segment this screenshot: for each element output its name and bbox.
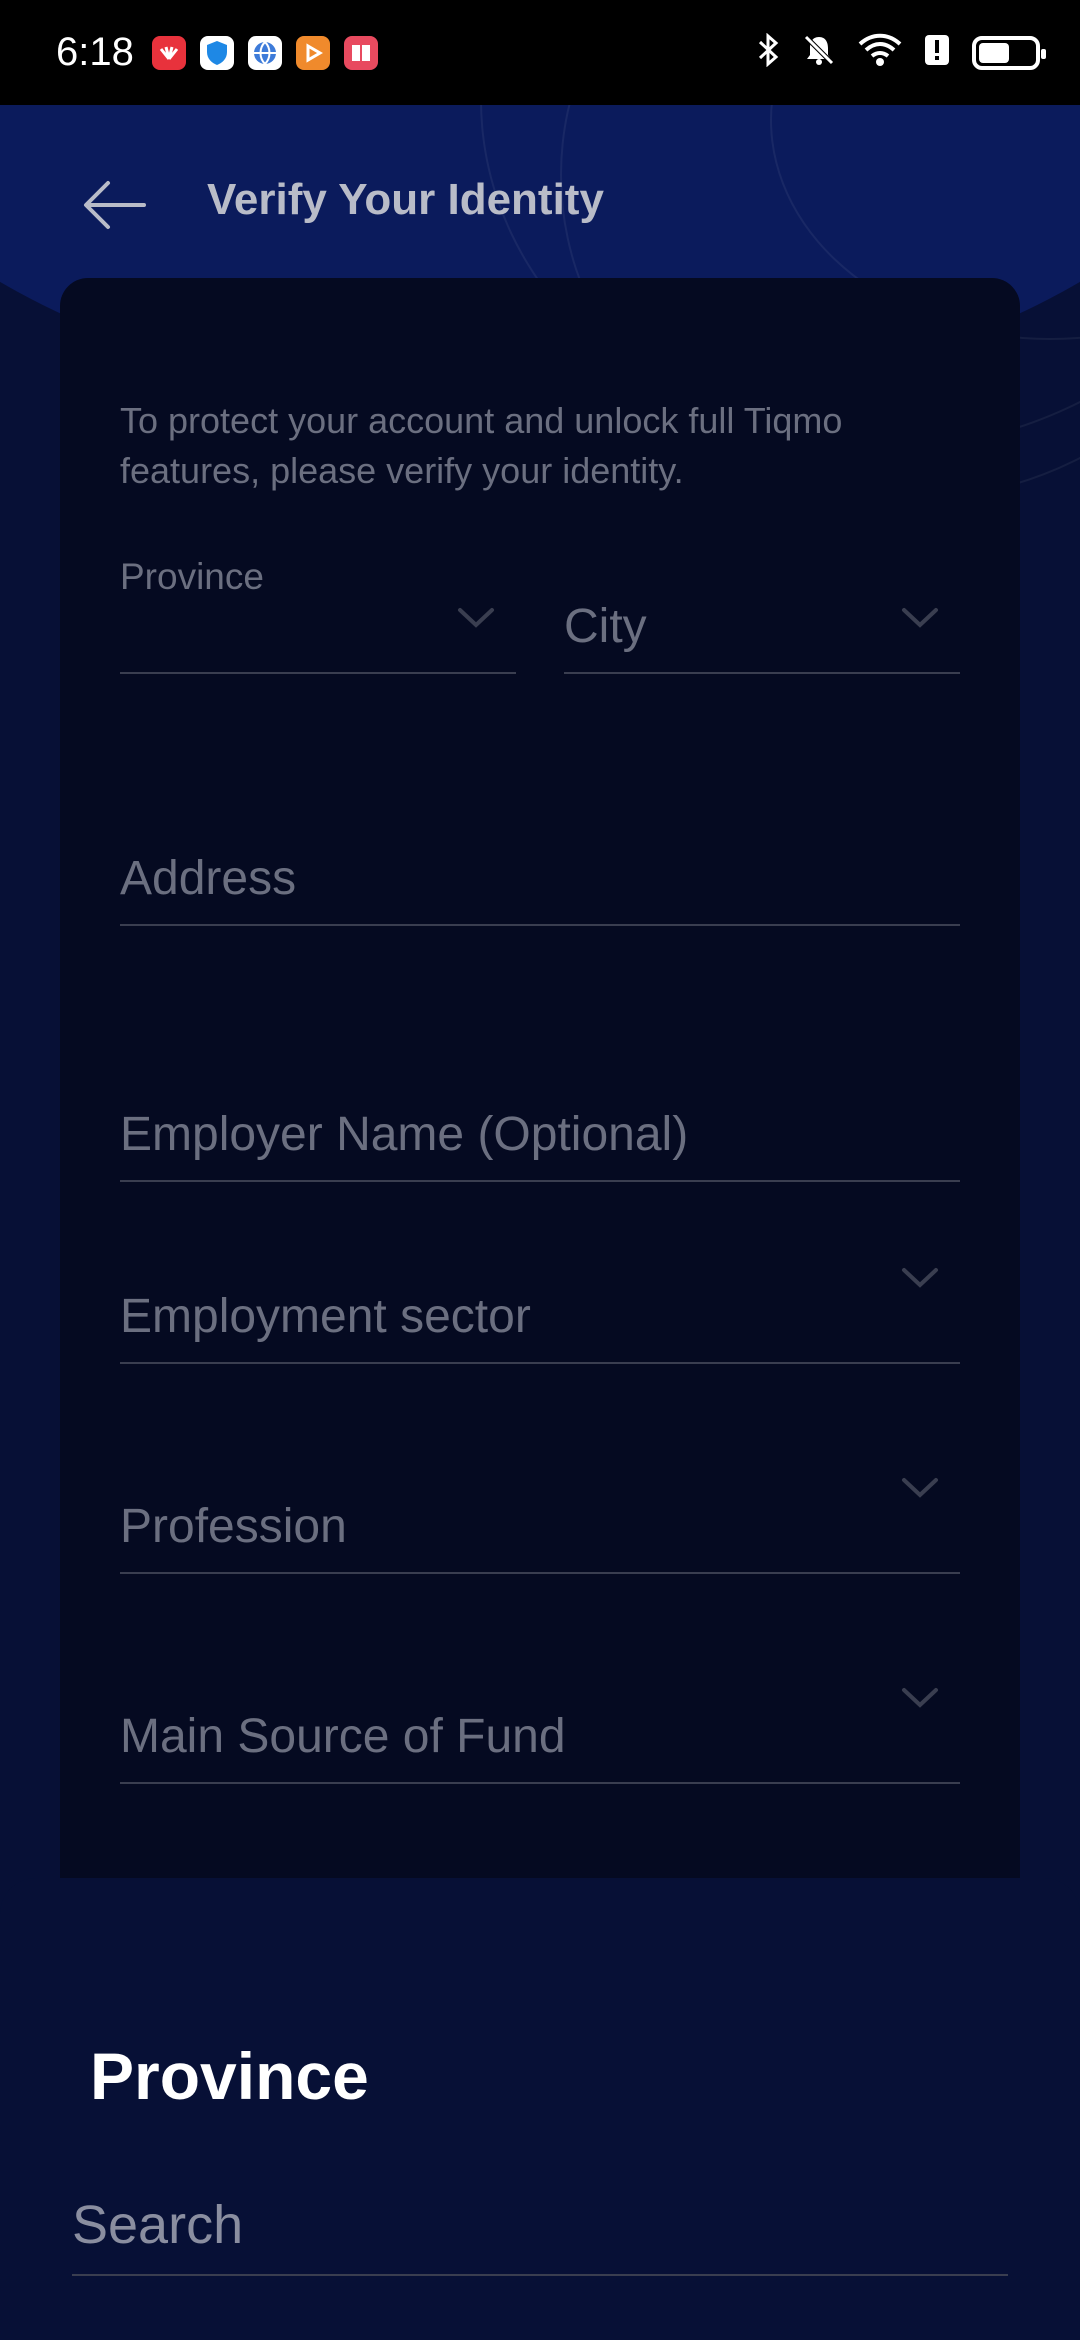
shield-app-icon bbox=[199, 35, 234, 70]
app-bar: Verify Your Identity bbox=[0, 105, 1080, 300]
province-bottom-sheet: Province bbox=[0, 1878, 1080, 2340]
huawei-app-icon bbox=[151, 35, 186, 70]
employer-placeholder: Employer Name (Optional) bbox=[120, 1108, 689, 1161]
page-title: Verify Your Identity bbox=[207, 175, 604, 224]
chevron-down-icon bbox=[902, 608, 938, 628]
intro-text: To protect your account and unlock full … bbox=[120, 400, 843, 491]
status-bar: 6:18 bbox=[0, 0, 1080, 105]
source-of-fund-dropdown[interactable]: Main Source of Fund bbox=[120, 1656, 960, 1784]
chevron-down-icon bbox=[902, 1478, 938, 1498]
fund-placeholder: Main Source of Fund bbox=[120, 1710, 566, 1763]
book-app-icon bbox=[343, 35, 378, 70]
notification-icons bbox=[151, 35, 378, 70]
chevron-down-icon bbox=[902, 1688, 938, 1708]
profession-dropdown[interactable]: Profession bbox=[120, 1446, 960, 1574]
video-app-icon bbox=[295, 35, 330, 70]
search-input[interactable] bbox=[72, 2176, 1008, 2274]
profession-placeholder: Profession bbox=[120, 1500, 347, 1553]
sector-placeholder: Employment sector bbox=[120, 1290, 531, 1343]
wifi-icon bbox=[858, 33, 902, 72]
province-label: Province bbox=[120, 556, 264, 597]
chevron-down-icon bbox=[458, 608, 494, 628]
city-placeholder: City bbox=[564, 600, 647, 653]
address-input[interactable]: Address bbox=[120, 798, 960, 926]
globe-app-icon bbox=[247, 35, 282, 70]
mute-bell-icon bbox=[802, 33, 836, 72]
alert-icon bbox=[924, 33, 950, 72]
status-time: 6:18 bbox=[56, 30, 134, 74]
employer-name-input[interactable]: Employer Name (Optional) bbox=[120, 1054, 960, 1182]
screen: 6:18 Verify Your Identity To protect you… bbox=[0, 0, 1080, 2340]
bluetooth-icon bbox=[756, 32, 780, 72]
back-button[interactable] bbox=[80, 175, 150, 235]
city-dropdown[interactable]: City bbox=[564, 556, 960, 674]
province-search-field bbox=[72, 2176, 1008, 2276]
battery-icon bbox=[972, 35, 1046, 70]
verification-form-card: To protect your account and unlock full … bbox=[60, 278, 1020, 1978]
province-dropdown[interactable]: Province bbox=[120, 556, 516, 674]
employment-sector-dropdown[interactable]: Employment sector bbox=[120, 1236, 960, 1364]
address-placeholder: Address bbox=[120, 852, 297, 905]
back-arrow-icon bbox=[84, 181, 146, 229]
system-status bbox=[756, 32, 1046, 72]
chevron-down-icon bbox=[902, 1268, 938, 1288]
battery-level bbox=[979, 42, 1009, 63]
sheet-title: Province bbox=[90, 2039, 369, 2113]
